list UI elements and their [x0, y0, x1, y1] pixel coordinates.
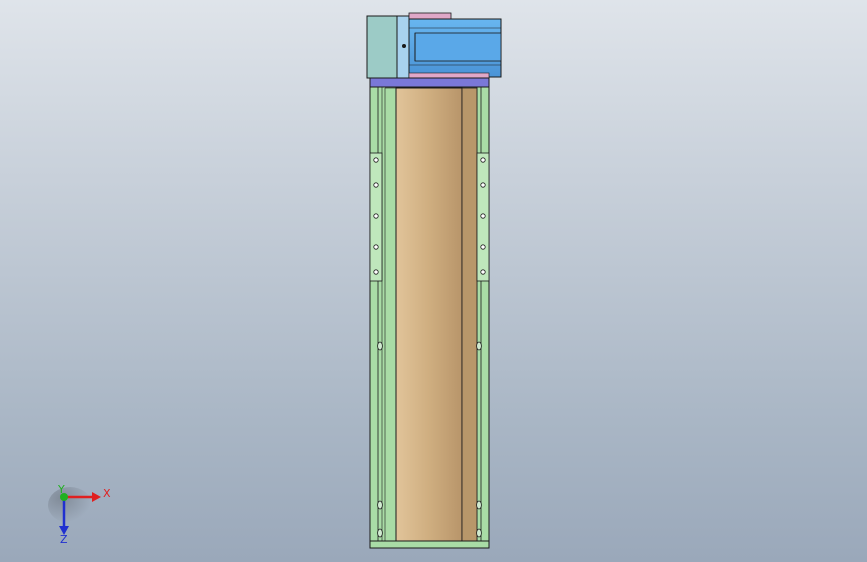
- screw-head-icon: [377, 500, 383, 510]
- bolt-hole-icon: [373, 213, 379, 219]
- x-axis-label: X: [103, 487, 111, 500]
- bolt-hole-icon: [373, 269, 379, 275]
- x-axis-arrowhead-icon: [92, 492, 101, 502]
- bolt-hole-icon: [480, 244, 486, 250]
- coordinate-triad: X Y Z: [48, 483, 111, 546]
- bolt-hole-icon: [373, 244, 379, 250]
- model-view[interactable]: X Y Z: [0, 0, 867, 562]
- dust-cover[interactable]: [395, 87, 463, 545]
- screw-head-icon: [476, 500, 482, 510]
- end-cap[interactable]: [369, 540, 490, 549]
- motor-assembly[interactable]: [366, 12, 502, 79]
- graphics-viewport[interactable]: X Y Z: [0, 0, 867, 562]
- bolt-hole-icon: [373, 182, 379, 188]
- screw-head-icon: [377, 528, 383, 538]
- screw-head-icon: [476, 528, 482, 538]
- bolt-hole-icon: [480, 182, 486, 188]
- motor-screw-icon: [402, 44, 406, 48]
- y-axis-label: Y: [57, 483, 65, 496]
- z-axis-label: Z: [60, 533, 68, 546]
- linear-module-body[interactable]: [369, 86, 490, 549]
- screw-head-icon: [476, 341, 482, 351]
- bolt-hole-icon: [480, 213, 486, 219]
- bolt-hole-icon: [373, 157, 379, 163]
- screw-head-icon: [377, 341, 383, 351]
- bolt-hole-icon: [480, 157, 486, 163]
- mounting-plate[interactable]: [369, 77, 490, 88]
- motor-top-tab: [408, 12, 452, 20]
- bolt-hole-icon: [480, 269, 486, 275]
